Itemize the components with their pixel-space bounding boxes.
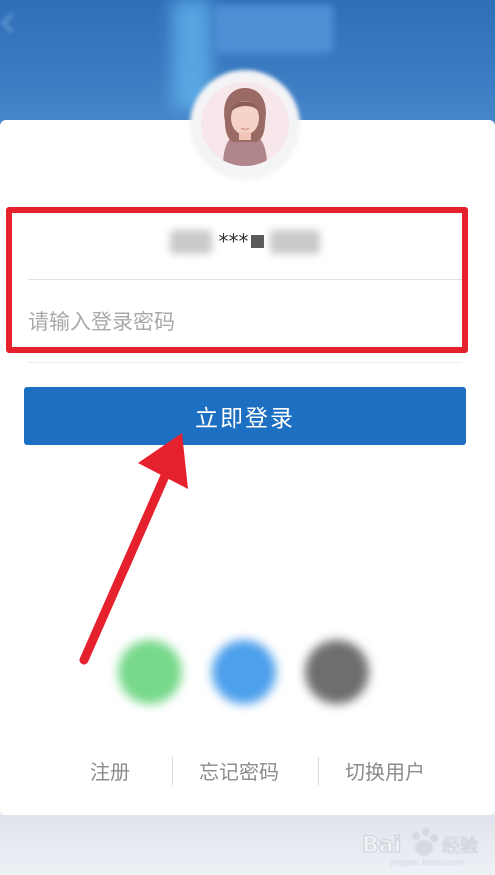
switch-user-link[interactable]: 切换用户 (345, 755, 425, 789)
register-link[interactable]: 注册 (90, 755, 130, 789)
social-login-green[interactable] (118, 640, 182, 704)
svg-text:Bai: Bai (362, 833, 401, 858)
link-separator (318, 757, 319, 785)
account-field[interactable]: *** (25, 216, 465, 274)
annotation-arrow-icon (79, 433, 188, 665)
user-avatar (201, 82, 289, 166)
account-masked-text: *** (218, 229, 249, 254)
svg-text:jingyan.baidu.com: jingyan.baidu.com (389, 858, 464, 867)
forgot-password-link[interactable]: 忘记密码 (199, 755, 279, 789)
social-login-gray[interactable] (305, 640, 369, 704)
account-blur-suffix (269, 229, 320, 254)
account-blur-prefix (170, 229, 213, 254)
footer-links: 注册 忘记密码 切换用户 (0, 755, 495, 789)
password-input[interactable] (28, 300, 448, 344)
social-login-blue[interactable] (212, 640, 276, 704)
header-title-blur (215, 5, 333, 53)
back-arrow-icon (1, 13, 21, 33)
field-divider (28, 279, 462, 280)
form-divider (28, 362, 462, 363)
svg-text:经验: 经验 (442, 836, 478, 857)
account-mask-square (250, 235, 264, 248)
link-separator (172, 757, 173, 785)
avatar-woman-icon (201, 82, 289, 166)
baidu-watermark-logo: Bai 经验 jingyan.baidu.com (360, 818, 490, 868)
